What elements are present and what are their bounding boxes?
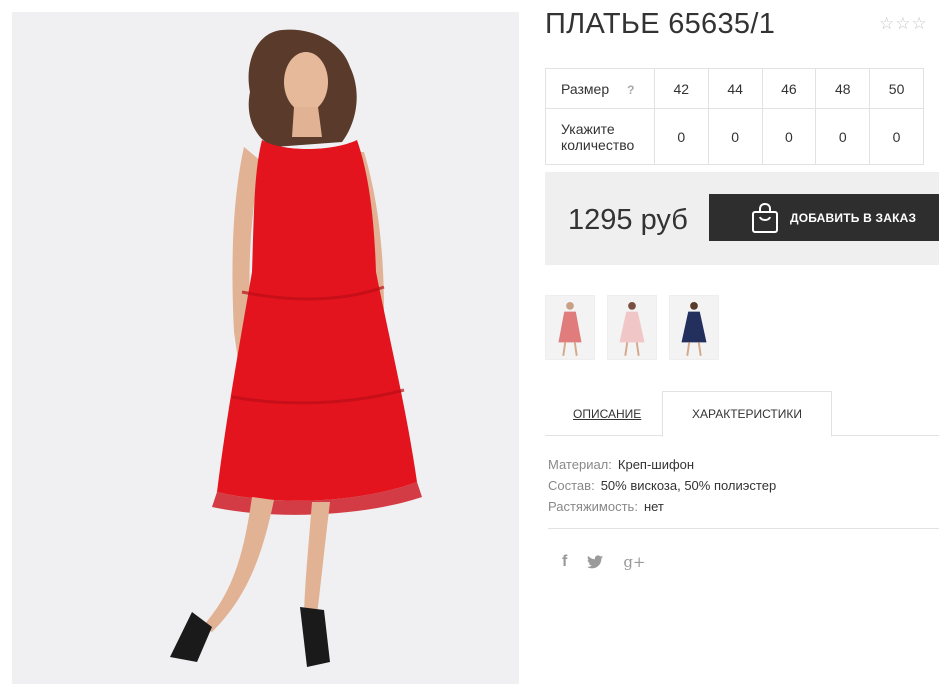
google-plus-icon[interactable]: g+ [623,553,645,571]
spec-row: Растяжимость: нет [548,496,776,517]
twitter-icon[interactable] [587,555,604,569]
spec-key: Состав: [548,478,595,493]
add-to-order-button[interactable]: ДОБАВИТЬ В ЗАКАЗ [709,194,939,241]
tab-characteristics[interactable]: ХАРАКТЕРИСТИКИ [662,391,832,437]
size-help-icon[interactable]: ? [627,83,634,97]
shopping-bag-icon [752,202,778,233]
thumbnail-gallery [545,295,719,360]
product-tabs: ОПИСАНИЕ ХАРАКТЕРИСТИКИ [545,391,939,437]
size-label: Размер [561,80,610,97]
size-quantity-table: Размер? 42 44 46 48 50 Укажите количеств… [545,68,924,165]
spec-key: Материал: [548,457,612,472]
buy-box: 1295 руб ДОБАВИТЬ В ЗАКАЗ [545,172,939,265]
red-dress-model-image [12,12,519,684]
social-share: f g+ [562,553,646,571]
size-header-cell: Размер? [545,68,655,109]
main-product-photo[interactable] [12,12,519,684]
quantity-input-50[interactable]: 0 [869,108,924,165]
star-outline-icon[interactable]: ☆ [879,16,894,33]
size-value: 48 [815,68,871,109]
price: 1295 руб [568,204,688,236]
size-value: 44 [707,68,763,109]
product-title: ПЛАТЬЕ 65635/1 [545,8,776,40]
add-to-order-label: ДОБАВИТЬ В ЗАКАЗ [790,210,917,225]
specs-list: Материал: Креп-шифон Состав: 50% вискоза, … [548,454,776,517]
spec-row: Состав: 50% вискоза, 50% полиэстер [548,475,776,496]
size-value: 50 [869,68,924,109]
size-value: 46 [761,68,817,109]
pink-dress-thumb[interactable] [607,295,657,360]
quantity-input-42[interactable]: 0 [653,108,709,165]
quantity-row: Укажите количество 0 0 0 0 0 [545,108,924,165]
star-outline-icon[interactable]: ☆ [912,16,927,33]
quantity-input-46[interactable]: 0 [761,108,817,165]
size-row: Размер? 42 44 46 48 50 [545,68,924,109]
rating-stars[interactable]: ☆ ☆ ☆ [879,16,927,33]
quantity-input-48[interactable]: 0 [815,108,871,165]
spec-value: 50% вискоза, 50% полиэстер [600,478,777,493]
facebook-icon[interactable]: f [562,553,567,571]
spec-value: нет [643,499,664,514]
spec-value: Креп-шифон [617,457,695,472]
quantity-label: Укажите количество [545,108,655,165]
divider [548,528,939,529]
spec-key: Растяжимость: [548,499,638,514]
size-value: 42 [653,68,709,109]
tab-description[interactable]: ОПИСАНИЕ [573,391,641,436]
navy-dress-thumb[interactable] [669,295,719,360]
quantity-input-44[interactable]: 0 [707,108,763,165]
red-dress-thumb[interactable] [545,295,595,360]
star-outline-icon[interactable]: ☆ [895,16,910,33]
spec-row: Материал: Креп-шифон [548,454,776,475]
